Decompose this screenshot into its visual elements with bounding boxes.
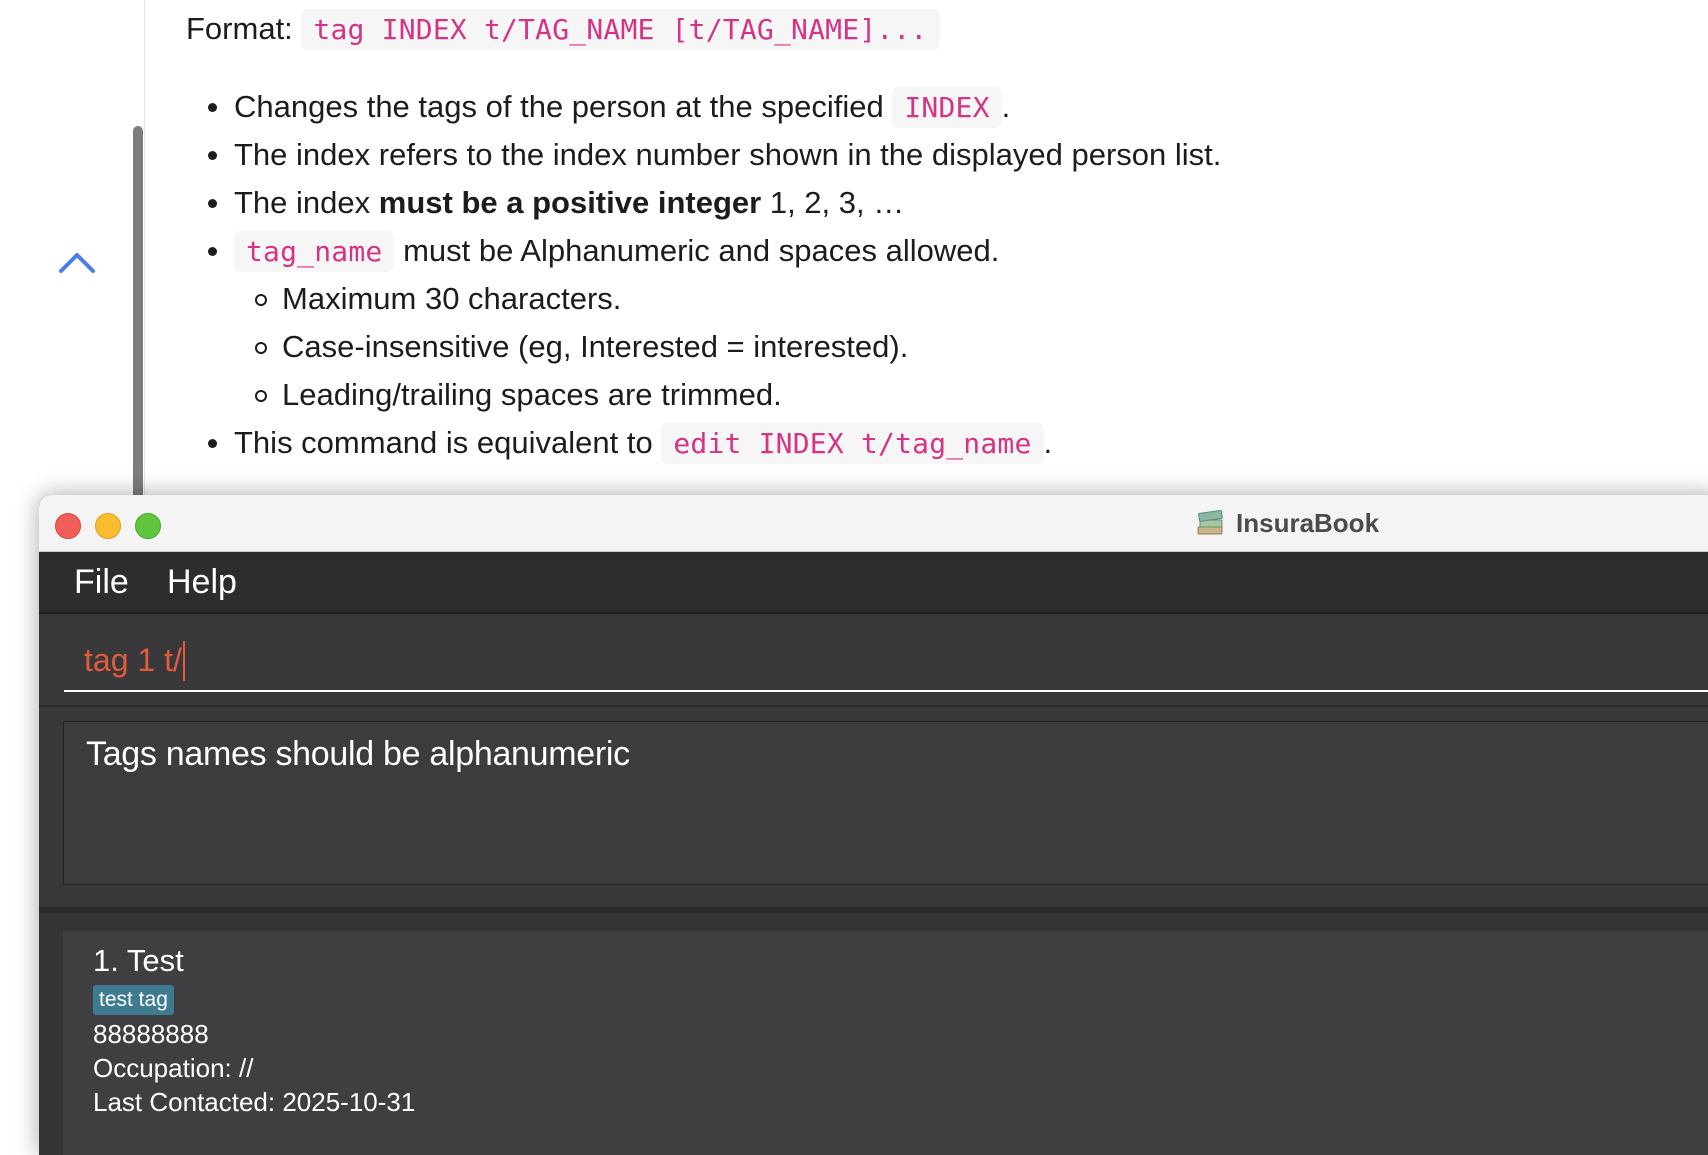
minimize-window-button[interactable] — [95, 513, 121, 539]
sub-list-item: Maximum 30 characters. — [186, 275, 1686, 323]
person-tag: test tag — [93, 985, 174, 1015]
command-box-area: tag 1 t/ — [39, 614, 1708, 704]
chevron-up-icon[interactable] — [58, 250, 96, 274]
format-code: tag INDEX t/TAG_NAME [t/TAG_NAME]... — [301, 9, 940, 50]
sub-bullet-text: Leading/trailing spaces are trimmed. — [282, 377, 782, 412]
format-label: Format: — [186, 11, 293, 46]
list-item: tag_name must be Alphanumeric and spaces… — [186, 227, 1686, 275]
list-item: The index refers to the index number sho… — [186, 131, 1686, 179]
menu-file[interactable]: File — [74, 560, 129, 604]
index-code: INDEX — [892, 87, 1002, 128]
format-line: Format: tag INDEX t/TAG_NAME [t/TAG_NAME… — [186, 7, 940, 51]
list-item: The index must be a positive integer 1, … — [186, 179, 1686, 227]
result-display[interactable]: Tags names should be alphanumeric — [63, 721, 1708, 885]
maximize-window-button[interactable] — [135, 513, 161, 539]
person-name: 1. Test — [93, 943, 184, 978]
result-message: Tags names should be alphanumeric — [86, 735, 630, 773]
person-card[interactable]: 1. Test test tag 88888888 Occupation: //… — [63, 931, 1708, 1155]
bullet-text: Changes the tags of the person at the sp… — [234, 89, 884, 124]
bullet-bold-text: must be a positive integer — [378, 185, 762, 220]
list-item: This command is equivalent to edit INDEX… — [186, 419, 1686, 467]
list-item: Changes the tags of the person at the sp… — [186, 83, 1686, 131]
app-window: InsuraBook File Help tag 1 t/ Tags names… — [39, 495, 1708, 1155]
text-caret — [182, 640, 185, 681]
menu-bar: File Help — [39, 552, 1708, 614]
bullet-text: . — [1001, 89, 1011, 124]
sub-list-item: Case-insensitive (eg, Interested = inter… — [186, 323, 1686, 371]
title-bar[interactable]: InsuraBook — [39, 495, 1708, 552]
bullet-text: 1, 2, 3, … — [769, 185, 905, 220]
tag-name-code: tag_name — [234, 231, 395, 272]
person-list-panel[interactable]: 1. Test test tag 88888888 Occupation: //… — [39, 913, 1708, 1155]
books-icon — [1197, 510, 1223, 535]
person-last-contacted: Last Contacted: 2025-10-31 — [93, 1087, 416, 1117]
close-window-button[interactable] — [55, 513, 81, 539]
sub-list-item: Leading/trailing spaces are trimmed. — [186, 371, 1686, 419]
bullet-text: The index refers to the index number sho… — [234, 137, 1222, 172]
sub-bullet-text: Maximum 30 characters. — [282, 281, 622, 316]
person-occupation: Occupation: // — [93, 1053, 254, 1083]
result-display-area: Tags names should be alphanumeric — [39, 705, 1708, 915]
command-input[interactable]: tag 1 t/ — [64, 628, 1708, 692]
doc-scrollbar[interactable] — [133, 126, 143, 506]
bullet-text: . — [1043, 425, 1053, 460]
bullet-text: This command is equivalent to — [234, 425, 653, 460]
sub-bullet-text: Case-insensitive (eg, Interested = inter… — [282, 329, 909, 364]
bullet-text: The index — [234, 185, 371, 220]
command-text: tag 1 t/ — [84, 642, 182, 678]
edit-code: edit INDEX t/tag_name — [661, 423, 1044, 464]
menu-help[interactable]: Help — [167, 560, 237, 604]
window-title-text: InsuraBook — [1236, 508, 1380, 538]
doc-bullet-list: Changes the tags of the person at the sp… — [186, 83, 1686, 467]
window-title: InsuraBook — [1196, 507, 1379, 539]
bullet-text: must be Alphanumeric and spaces allowed. — [403, 233, 1000, 268]
person-phone: 88888888 — [93, 1019, 209, 1049]
